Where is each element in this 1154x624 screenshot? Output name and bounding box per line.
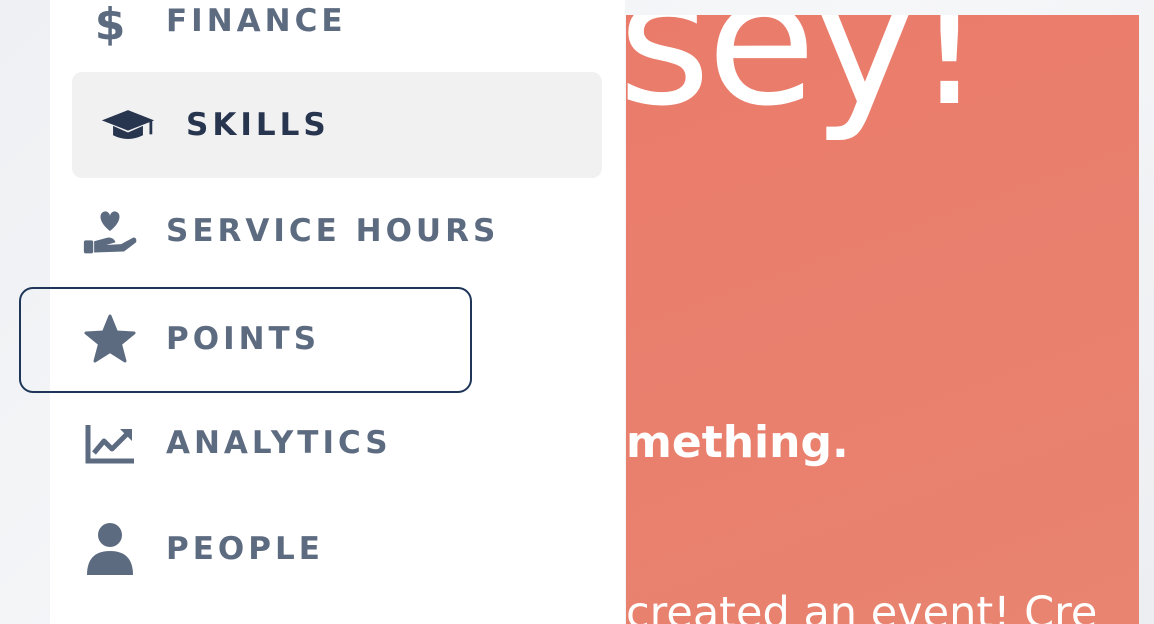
dollar-icon: $ <box>82 0 138 49</box>
sidebar-item-people[interactable]: PEOPLE <box>72 496 602 602</box>
sidebar-item-skills[interactable]: SKILLS <box>72 72 602 178</box>
svg-text:$: $ <box>95 0 126 49</box>
sidebar-item-analytics[interactable]: ANALYTICS <box>72 390 602 496</box>
sidebar-item-finance[interactable]: $ FINANCE <box>72 0 602 74</box>
graduation-cap-icon <box>100 97 156 153</box>
hero-body-text: created an event! Cre <box>626 588 1098 624</box>
sidebar-item-label: SERVICE HOURS <box>166 213 500 249</box>
sidebar-item-label: SKILLS <box>186 107 330 143</box>
chart-line-icon <box>82 415 138 471</box>
hero-banner: sey! mething. created an event! Cre <box>626 15 1139 624</box>
sidebar-item-label: PEOPLE <box>166 531 324 567</box>
hand-heart-icon <box>82 203 138 259</box>
sidebar-item-label: ANALYTICS <box>166 425 392 461</box>
sidebar-item-service-hours[interactable]: SERVICE HOURS <box>72 178 602 284</box>
hero-subline: mething. <box>626 417 849 468</box>
focus-ring <box>19 287 472 393</box>
hero-headline: sey! <box>626 15 985 145</box>
person-icon <box>82 521 138 577</box>
sidebar-item-label: FINANCE <box>166 3 347 39</box>
